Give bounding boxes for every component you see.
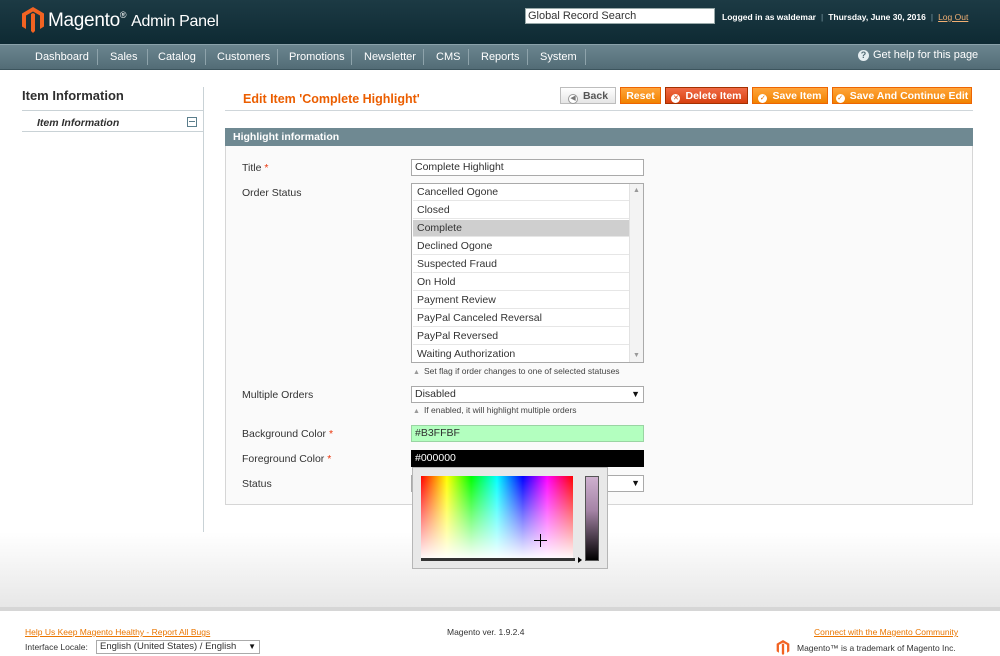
- chevron-down-icon: ▼: [631, 478, 640, 488]
- magento-footer-logo-icon: [776, 640, 790, 655]
- order-status-note: ▲ Set flag if order changes to one of sel…: [413, 366, 620, 376]
- foreground-color-input[interactable]: #000000: [411, 450, 644, 467]
- trademark-text: Magento™ is a trademark of Magento Inc.: [797, 643, 956, 653]
- nav-newsletter[interactable]: Newsletter: [364, 45, 416, 69]
- order-status-option[interactable]: PayPal Reversed: [413, 328, 629, 345]
- help-icon: ?: [858, 50, 869, 61]
- color-spectrum[interactable]: [421, 476, 573, 560]
- chevron-down-icon: ▼: [248, 642, 256, 651]
- nav-system[interactable]: System: [540, 45, 577, 69]
- fieldset-header: Highlight information: [225, 128, 973, 146]
- help-link-label: Get help for this page: [873, 49, 979, 61]
- logo-text[interactable]: Magento® Admin Panel: [48, 10, 219, 32]
- order-status-option[interactable]: Declined Ogone: [413, 238, 629, 255]
- status-label: Status: [242, 478, 272, 490]
- header-links: Logged in as waldemar | Thursday, June 30,…: [722, 12, 969, 22]
- help-link[interactable]: ? Get help for this page: [858, 49, 978, 61]
- order-status-option[interactable]: Closed: [413, 202, 629, 219]
- collapse-icon: [187, 117, 197, 127]
- order-status-option[interactable]: PayPal Canceled Reversal: [413, 310, 629, 327]
- save-continue-button[interactable]: ✓ Save And Continue Edit: [832, 87, 972, 104]
- background-color-input[interactable]: #B3FFBF: [411, 425, 644, 442]
- multiple-orders-select[interactable]: Disabled ▼: [411, 386, 644, 403]
- logo-mark: ®: [119, 10, 127, 20]
- order-status-multiselect[interactable]: Cancelled Ogone Closed Complete Declined…: [411, 183, 644, 363]
- order-status-option[interactable]: Payment Review: [413, 292, 629, 309]
- magento-logo-icon: [22, 7, 44, 33]
- nav-customers[interactable]: Customers: [217, 45, 270, 69]
- back-arrow-icon: ◀: [567, 94, 578, 104]
- report-bugs-link[interactable]: Help Us Keep Magento Healthy - Report Al…: [25, 627, 210, 637]
- locale-label: Interface Locale:: [25, 642, 88, 652]
- logout-link[interactable]: Log Out: [938, 12, 968, 22]
- order-status-option[interactable]: Waiting Authorization: [413, 346, 629, 363]
- hue-slider[interactable]: [585, 476, 599, 561]
- nav-cms[interactable]: CMS: [436, 45, 460, 69]
- locale-select[interactable]: English (United States) / English ▼: [96, 640, 260, 654]
- order-status-option[interactable]: Suspected Fraud: [413, 256, 629, 273]
- note-arrow-icon: ▲: [413, 369, 420, 376]
- nav-dashboard[interactable]: Dashboard: [35, 45, 89, 69]
- sidebar-title: Item Information: [22, 88, 124, 103]
- reset-button[interactable]: Reset: [620, 87, 661, 104]
- foreground-color-label: Foreground Color *: [242, 453, 332, 465]
- delete-icon: ✕: [671, 94, 681, 103]
- back-button[interactable]: ◀ Back: [560, 87, 616, 104]
- page-title: Edit Item 'Complete Highlight': [243, 92, 420, 106]
- nav-catalog[interactable]: Catalog: [158, 45, 196, 69]
- global-search-input[interactable]: [525, 8, 715, 24]
- multiple-orders-label: Multiple Orders: [242, 389, 314, 401]
- note-arrow-icon: ▲: [413, 408, 420, 415]
- version-text: Magento ver. 1.9.2.4: [447, 627, 525, 637]
- order-status-option[interactable]: Cancelled Ogone: [413, 184, 629, 201]
- logo-main: Magento: [48, 10, 120, 31]
- logo-sub: Admin Panel: [131, 13, 219, 30]
- nav-promotions[interactable]: Promotions: [289, 45, 345, 69]
- multiple-orders-note: ▲ If enabled, it will highlight multiple …: [413, 405, 577, 415]
- community-link[interactable]: Connect with the Magento Community: [814, 627, 958, 637]
- scroll-up-icon[interactable]: ▲: [633, 187, 640, 194]
- order-status-label: Order Status: [242, 187, 302, 199]
- title-label: Title *: [242, 162, 269, 174]
- logged-in-text: Logged in as waldemar: [722, 12, 816, 22]
- nav-sales[interactable]: Sales: [110, 45, 138, 69]
- nav-reports[interactable]: Reports: [481, 45, 520, 69]
- order-status-option[interactable]: On Hold: [413, 274, 629, 291]
- scroll-down-icon[interactable]: ▼: [633, 352, 640, 359]
- save-continue-check-icon: ✓: [835, 94, 845, 103]
- background-color-label: Background Color *: [242, 428, 334, 440]
- sidebar-item-label: Item Information: [37, 117, 120, 129]
- save-check-icon: ✓: [758, 94, 768, 103]
- chevron-down-icon: ▼: [631, 389, 640, 399]
- multiselect-scrollbar[interactable]: ▲ ▼: [629, 184, 643, 362]
- title-input[interactable]: Complete Highlight: [411, 159, 644, 176]
- save-item-button[interactable]: ✓ Save Item: [752, 87, 828, 104]
- header-date: Thursday, June 30, 2016: [828, 12, 926, 22]
- hue-marker-icon[interactable]: [578, 557, 582, 563]
- delete-item-button[interactable]: ✕ Delete Item: [665, 87, 748, 104]
- order-status-option-selected[interactable]: Complete: [413, 220, 629, 237]
